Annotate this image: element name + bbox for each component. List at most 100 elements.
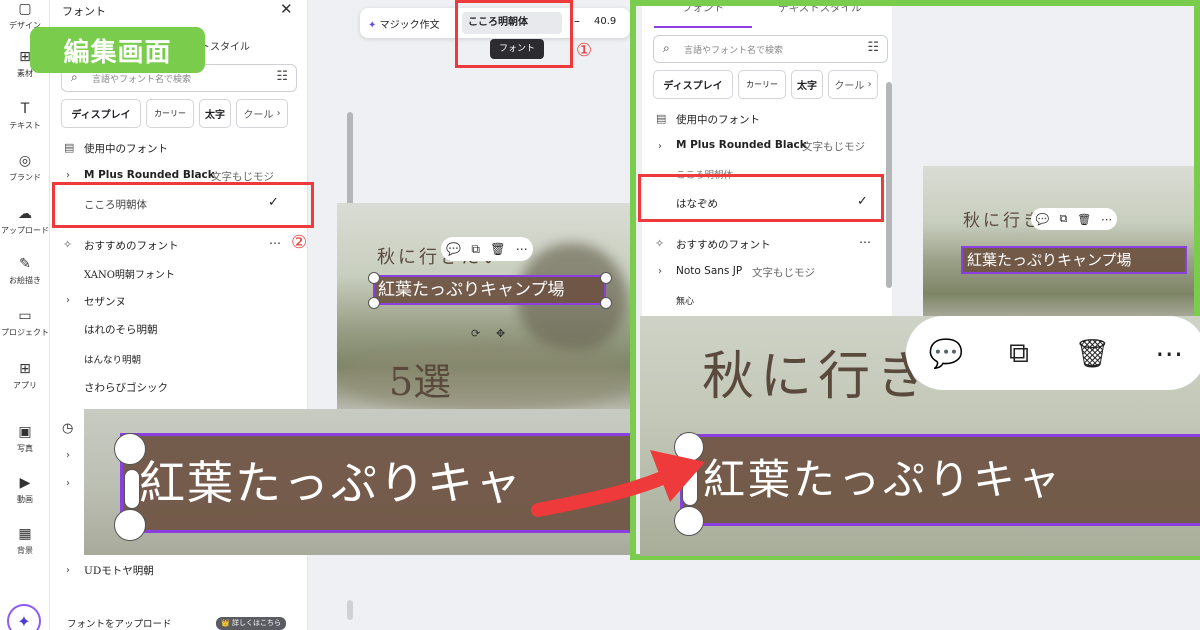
rotate-icon[interactable]: ⟳ — [471, 327, 480, 340]
bg-ground — [337, 343, 630, 409]
background-icon: ▦ — [18, 526, 32, 542]
right-element-toolbar: 💬 ⧉ 🗑 ⋯ — [1031, 208, 1117, 230]
chip-cool-label: クール — [243, 110, 274, 121]
element-toolbar: 💬 ⧉ 🗑 ⋯ — [441, 237, 533, 261]
right-font-panel: フォント テキストスタイル ⌕ 言語やフォント名で検索 ☷ ディスプレイ カーリ… — [642, 6, 892, 322]
rail-item-brand[interactable]: ◎ ブランド — [0, 152, 50, 183]
in-use-font[interactable]: M Plus Rounded Black — [84, 169, 215, 181]
filter-icon: ☷ — [867, 40, 879, 55]
more-icon[interactable]: ⋯ — [269, 236, 281, 250]
resize-handle — [114, 433, 146, 465]
sparkle-icon: ✧ — [655, 237, 665, 250]
trash-icon[interactable]: 🗑 — [490, 242, 505, 256]
comment-add-icon: 💬 — [1035, 212, 1050, 226]
rail-item-upload[interactable]: ☁ アップロード — [0, 205, 50, 236]
rail-item-project[interactable]: ▭ プロジェクト — [0, 307, 50, 338]
resize-handle[interactable] — [600, 272, 612, 284]
right-in-use-header: 使用中のフォント — [676, 114, 760, 126]
magic-sparkle-icon[interactable]: ✦ — [7, 604, 41, 630]
chip-display[interactable]: ディスプレイ — [61, 99, 141, 128]
side-handle — [124, 469, 140, 509]
marker-2: ② — [291, 232, 308, 253]
upload-font-link[interactable]: フォントをアップロード — [67, 616, 172, 630]
rail-item-text[interactable]: T テキスト — [0, 100, 50, 131]
decrease-size-button[interactable]: – — [574, 14, 580, 28]
chevron-right-icon: › — [658, 266, 662, 277]
chip-cool[interactable]: クール › — [236, 99, 288, 128]
font-option[interactable]: はんなり明朝 — [84, 352, 141, 366]
font-option[interactable]: はれのそら明朝 — [84, 322, 158, 337]
right-recommended-header: おすすめのフォント — [676, 239, 771, 251]
rail-label: 背景 — [17, 546, 33, 555]
zoom-element-toolbar: 💬 ⧉ 🗑 ⋯ — [906, 316, 1200, 390]
text-icon: T — [20, 101, 30, 117]
move-icon[interactable]: ✥ — [496, 327, 505, 340]
comment-add-icon: 💬 — [928, 336, 964, 370]
clock-icon: ◷ — [62, 421, 74, 436]
rail-label: アップロード — [1, 226, 49, 235]
more-icon: ⋯ — [1155, 336, 1184, 370]
video-icon: ▶ — [19, 475, 31, 491]
arrow-shaft — [531, 463, 687, 517]
chevron-right-icon[interactable]: › — [66, 450, 70, 461]
right-in-use-font: M Plus Rounded Black — [676, 139, 807, 151]
font-option[interactable]: UDモトヤ明朝 — [84, 563, 154, 578]
rail-item-video[interactable]: ▶ 動画 — [0, 474, 50, 505]
search-icon: ⌕ — [663, 41, 670, 55]
chevron-right-icon[interactable]: › — [66, 478, 70, 489]
edit-screen-label: 編集画面 — [30, 27, 205, 73]
apps-icon: ⊞ — [19, 361, 31, 377]
canvas-line-3[interactable]: 5選 — [389, 351, 451, 406]
resize-handle[interactable] — [368, 272, 380, 284]
comment-add-icon[interactable]: 💬 — [446, 242, 461, 256]
rail-item-draw[interactable]: ✎ お絵描き — [0, 255, 50, 286]
font-option[interactable]: さわらびゴシック — [84, 380, 168, 395]
arrow-icon — [531, 450, 705, 517]
filter-icon[interactable]: ☷ — [276, 69, 288, 84]
in-use-header: 使用中のフォント — [84, 143, 168, 155]
right-scrollbar — [886, 82, 892, 288]
highlight-new-font — [638, 174, 884, 222]
chip-curly[interactable]: カーリー — [146, 99, 194, 128]
canvas-line-2[interactable]: 紅葉たっぷりキャンプ場 — [373, 275, 606, 305]
rail-label: お絵描き — [9, 276, 41, 285]
rail-item-photo[interactable]: ▣ 写真 — [0, 423, 50, 454]
chevron-right-icon[interactable]: › — [66, 170, 70, 181]
font-size-value[interactable]: 40.9 — [594, 16, 616, 27]
more-icon[interactable]: ⋯ — [516, 242, 528, 256]
photo-icon: ▣ — [18, 424, 32, 440]
right-search: ⌕ 言語やフォント名で検索 ☷ — [653, 35, 888, 63]
more-icon: ⋯ — [1101, 212, 1113, 226]
rail-label: 写真 — [17, 444, 33, 453]
rail-label: プロジェクト — [1, 328, 49, 337]
chevron-right-icon[interactable]: › — [66, 565, 70, 576]
learn-more-button[interactable]: 👑 詳しくはこちら — [216, 617, 286, 630]
duplicate-icon: ⧉ — [1059, 212, 1068, 225]
rail-label: アプリ — [13, 381, 37, 390]
font-option[interactable]: セザンヌ — [84, 294, 126, 309]
highlight-font-dropdown — [455, 0, 573, 68]
resize-handle[interactable] — [600, 297, 612, 309]
rail-label: 動画 — [17, 495, 33, 504]
right-tab-font: フォント — [682, 2, 724, 14]
right-in-use-preview: 文字もじモジ — [802, 141, 865, 153]
rail-item-apps[interactable]: ⊞ アプリ — [0, 360, 50, 391]
magic-write-button[interactable]: ✦ マジック作文 — [368, 16, 440, 31]
right-chip-bold: 太字 — [791, 70, 823, 99]
brand-icon: ◎ — [18, 153, 32, 169]
scrollbar-bottom[interactable] — [347, 600, 353, 620]
right-canvas: 秋に行き 紅葉たっぷりキャンプ場 💬 ⧉ 🗑 ⋯ — [923, 166, 1194, 326]
right-chip-display: ディスプレイ — [653, 70, 733, 99]
font-option[interactable]: XANO明朝フォント — [84, 266, 175, 281]
upload-icon: ☁ — [18, 206, 32, 222]
resize-handle[interactable] — [368, 297, 380, 309]
rail-item-background[interactable]: ▦ 背景 — [0, 525, 50, 556]
right-rec-preview: 文字もじモジ — [752, 267, 815, 279]
design-canvas[interactable]: 秋に行きたい 紅葉たっぷりキャンプ場 💬 ⧉ 🗑 ⋯ ⟳ ✥ 5選 — [337, 203, 630, 409]
magic-write-label: マジック作文 — [379, 20, 440, 31]
duplicate-icon[interactable]: ⧉ — [471, 242, 480, 257]
chip-bold[interactable]: 太字 — [199, 99, 231, 128]
close-icon[interactable]: ✕ — [280, 0, 293, 18]
rail-label: ブランド — [9, 173, 41, 182]
chevron-right-icon[interactable]: › — [66, 295, 70, 306]
